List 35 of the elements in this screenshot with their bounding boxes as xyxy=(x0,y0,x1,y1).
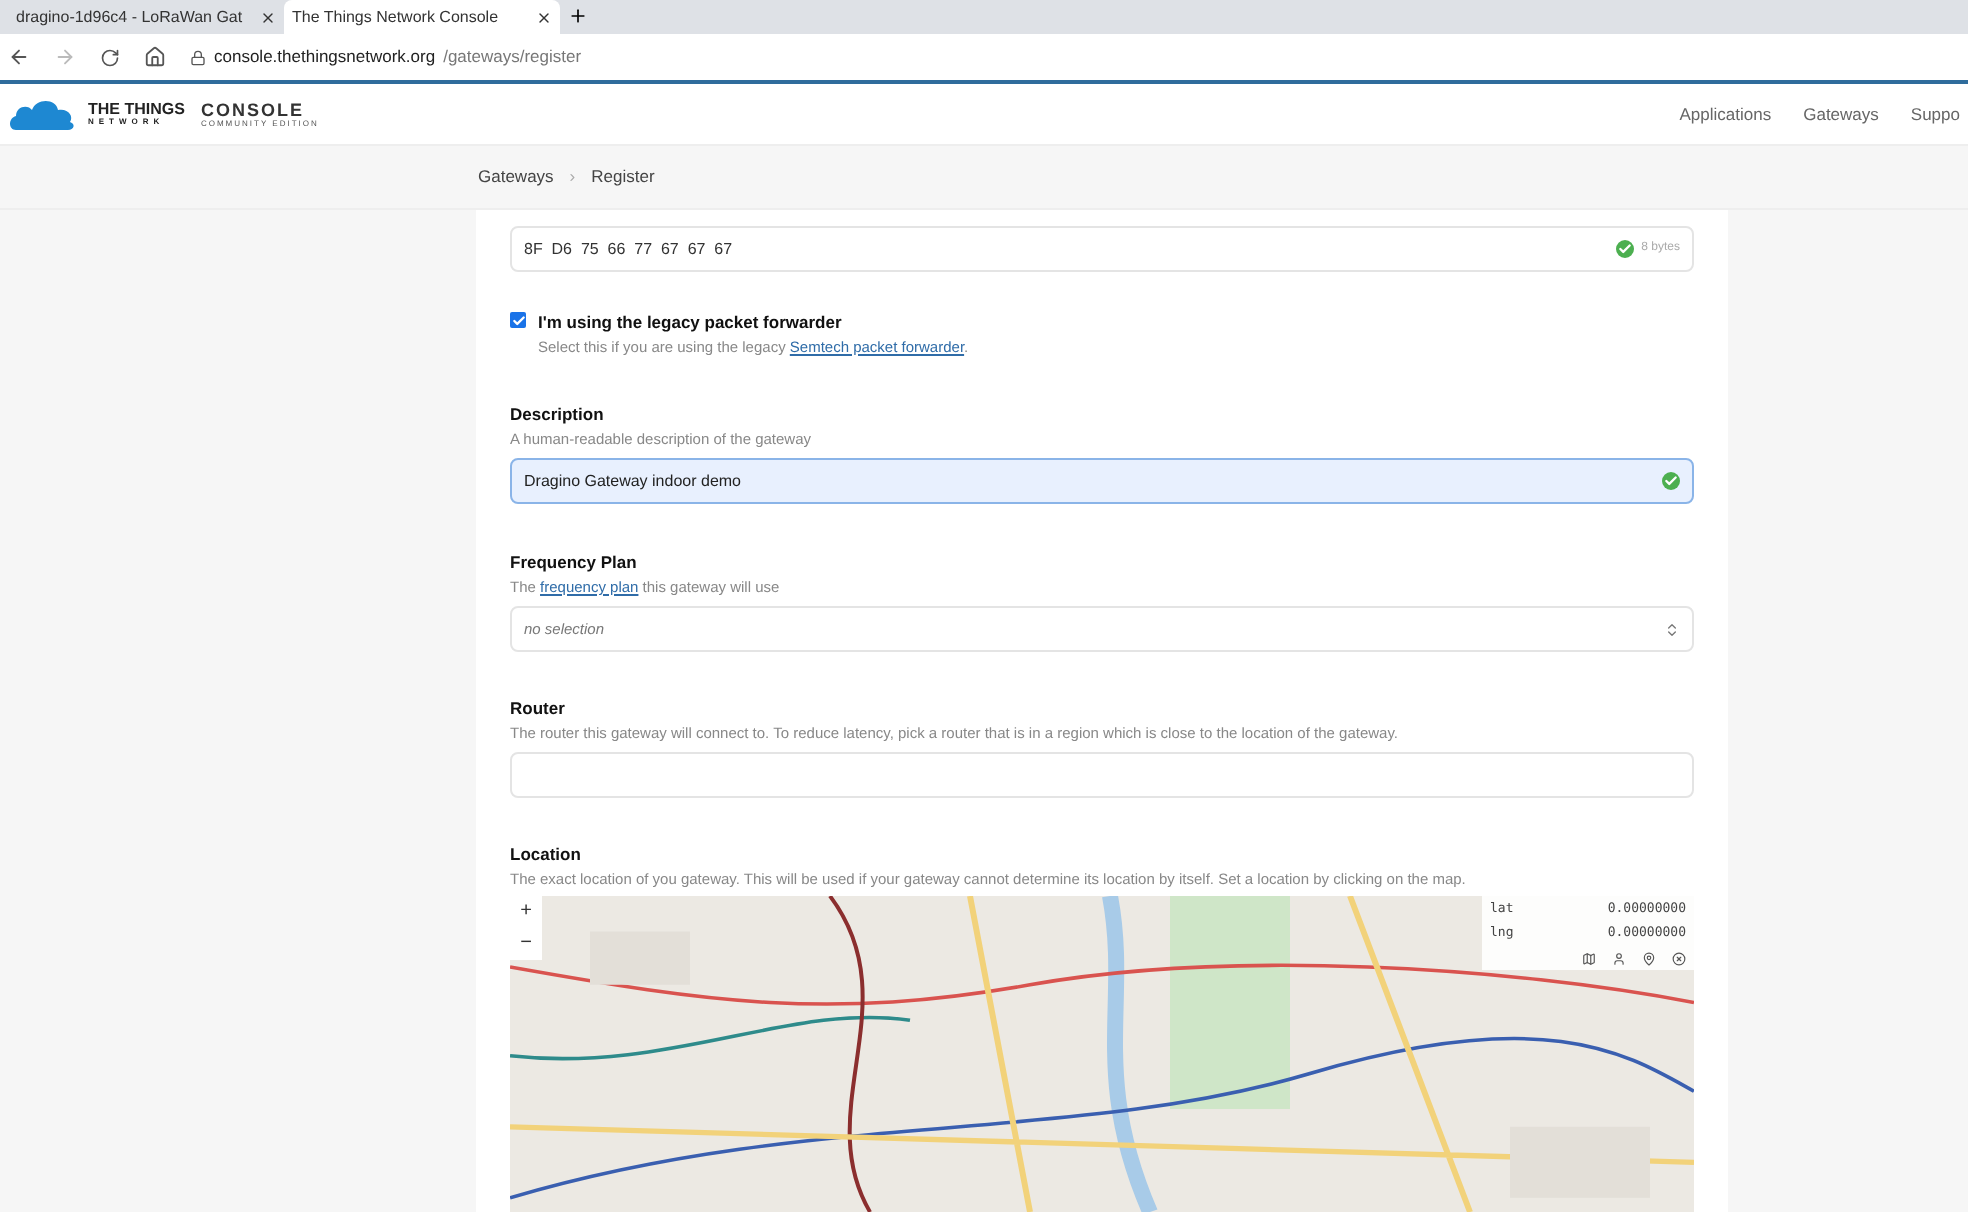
router-field[interactable] xyxy=(510,752,1694,798)
nav-link[interactable]: Suppo xyxy=(1910,101,1960,127)
field-label: Frequency Plan xyxy=(510,550,639,576)
close-icon[interactable] xyxy=(260,9,276,25)
tab-title: dragino-1d96c4 - LoRaWan Gat xyxy=(16,5,245,29)
select-arrows-icon xyxy=(1664,621,1680,637)
tab-title: The Things Network Console xyxy=(292,5,501,29)
person-icon[interactable] xyxy=(1612,951,1626,965)
checkbox[interactable] xyxy=(510,312,526,328)
breadcrumb-link[interactable]: Register xyxy=(591,164,655,190)
back-icon[interactable] xyxy=(8,46,30,68)
home-icon[interactable] xyxy=(144,46,166,68)
reload-icon[interactable] xyxy=(100,47,120,67)
nav-link[interactable]: Gateways xyxy=(1803,101,1879,127)
new-tab-icon[interactable] xyxy=(568,6,588,26)
field-label: Router xyxy=(510,696,567,722)
nav-link[interactable]: Applications xyxy=(1679,101,1772,127)
field-label: Description xyxy=(510,402,606,428)
close-icon[interactable] xyxy=(536,9,552,25)
checkbox-label: I'm using the legacy packet forwarder xyxy=(538,310,844,336)
breadcrumb-link[interactable]: Gateways xyxy=(478,164,554,190)
field-label: Location xyxy=(510,842,583,868)
zoom-in-button[interactable]: + xyxy=(510,896,542,928)
clear-icon[interactable] xyxy=(1672,951,1686,965)
browser-tab[interactable]: dragino-1d96c4 - LoRaWan Gat xyxy=(8,0,284,34)
product-title: CONSOLE xyxy=(200,101,306,119)
lock-icon xyxy=(190,49,206,65)
browser-tab[interactable]: The Things Network Console xyxy=(284,0,560,34)
breadcrumb-separator: › xyxy=(569,164,576,190)
map-icon[interactable] xyxy=(1582,951,1596,965)
zoom-out-button[interactable]: − xyxy=(510,928,542,960)
pin-icon[interactable] xyxy=(1642,951,1656,965)
address-field[interactable]: console.thethingsnetwork.org /gateways/register xyxy=(190,44,582,70)
logo-text: THE THINGS xyxy=(88,102,185,118)
description-field[interactable]: Dragino Gateway indoor demo xyxy=(510,458,1694,504)
